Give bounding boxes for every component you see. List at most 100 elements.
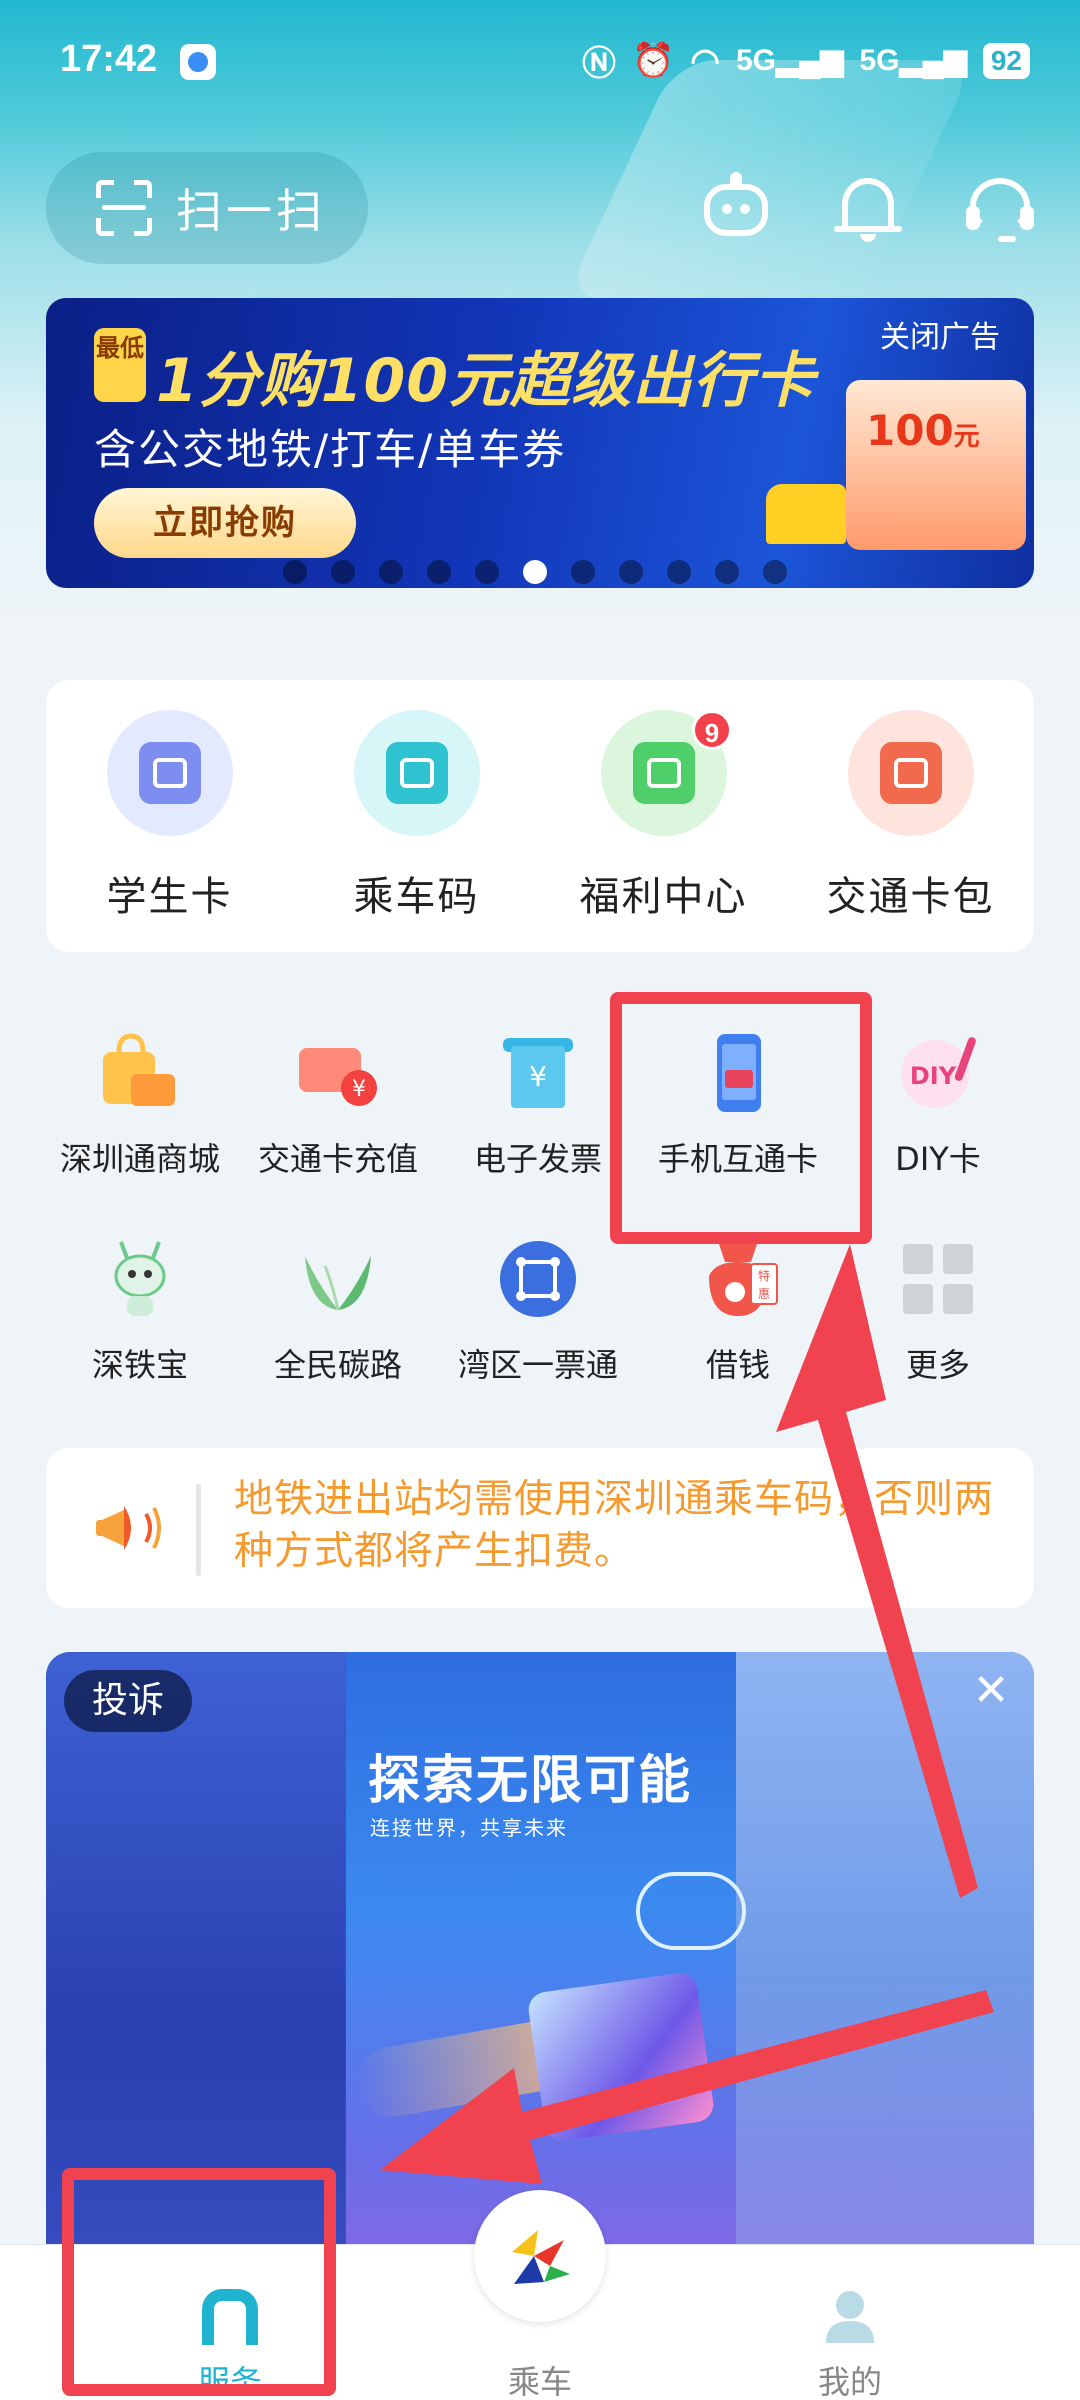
- notice-bar[interactable]: 地铁进出站均需使用深圳通乘车码，否则两种方式都将产生扣费。: [46, 1448, 1034, 1608]
- banner-dot: [667, 560, 691, 584]
- banner-subtitle: 含公交地铁/打车/单车券: [94, 425, 567, 474]
- bay-area-ticket-icon: [500, 1241, 576, 1317]
- battery-indicator: 92: [982, 42, 1030, 79]
- ride-code-icon: [353, 710, 480, 836]
- service-label: 深圳通商城: [59, 1140, 220, 1178]
- diy-card-icon: DIY: [901, 1037, 976, 1108]
- scan-label: 扫一扫: [176, 184, 326, 238]
- scan-button[interactable]: 扫一扫: [46, 152, 368, 264]
- shopping-bag-icon: [103, 1033, 175, 1106]
- card-recharge-icon: ¥: [299, 1048, 377, 1106]
- svg-text:特: 特: [758, 1268, 770, 1283]
- service-item[interactable]: 深圳通商城: [40, 1030, 240, 1180]
- banner-dot: [523, 560, 547, 584]
- card-illustration: 100元: [846, 380, 1026, 550]
- nfc-icon: Ⓝ: [581, 45, 616, 83]
- mascot-icon: [114, 1241, 166, 1316]
- banner-dot: [475, 560, 499, 584]
- service-label: 借钱: [705, 1346, 770, 1384]
- service-label: 湾区一票通: [457, 1346, 618, 1384]
- svg-text:惠: 惠: [758, 1287, 770, 1301]
- app-notification-icon: [180, 44, 216, 80]
- complaint-button[interactable]: 投诉: [64, 1670, 193, 1732]
- notice-text: 地铁进出站均需使用深圳通乘车码，否则两种方式都将产生扣费。: [234, 1477, 995, 1574]
- banner-dot: [715, 560, 739, 584]
- banner-dot: [619, 560, 643, 584]
- service-item[interactable]: 特惠借钱: [638, 1236, 838, 1386]
- highlight-box-service-tab: [62, 2168, 336, 2396]
- quick-service-label: 福利中心: [579, 874, 748, 920]
- quick-service-label: 乘车码: [353, 874, 480, 920]
- headset-icon[interactable]: [964, 172, 1036, 244]
- robot-assistant-icon[interactable]: [700, 172, 772, 244]
- promo-subtitle: 连接世界，共享未来: [370, 1816, 568, 1840]
- banner-tag: 最低: [94, 328, 146, 402]
- status-bar: 17:42 Ⓝ ⏰ ◠ 5G▂▄▆ 5G▂▄▆ 92: [0, 0, 1080, 120]
- banner-dot: [763, 560, 787, 584]
- close-icon[interactable]: ✕: [966, 1666, 1016, 1716]
- service-item[interactable]: ¥ 交通卡充值: [238, 1030, 438, 1180]
- quick-service-item[interactable]: 福利中心 9: [540, 680, 787, 952]
- signal-5g-icon: 5G▂▄▆: [859, 44, 967, 77]
- service-item[interactable]: 深铁宝: [40, 1236, 240, 1386]
- banner-dot: [427, 560, 451, 584]
- tab-profile[interactable]: 我的: [730, 2245, 970, 2400]
- notification-badge: 9: [692, 710, 732, 750]
- ride-center-button[interactable]: [474, 2190, 606, 2322]
- banner-pagination: [46, 560, 1034, 584]
- quick-service-item[interactable]: 交通卡包: [787, 680, 1034, 952]
- banner-title: 1分购100元超级出行卡: [156, 346, 815, 416]
- quick-service-label: 学生卡: [106, 874, 233, 920]
- banner-card-unit: 元: [953, 422, 980, 452]
- service-item[interactable]: 全民碳路: [238, 1236, 438, 1386]
- banner-buy-button[interactable]: 立即抢购: [94, 488, 356, 558]
- cube-illustration: [526, 1970, 716, 2144]
- promo-right-blur: [736, 1652, 1034, 2292]
- svg-text:DIY: DIY: [910, 1062, 957, 1090]
- service-label: 更多: [905, 1346, 970, 1384]
- notice-divider: [196, 1484, 201, 1576]
- quick-service-label: 交通卡包: [826, 874, 995, 920]
- quick-services-card: 学生卡 乘车码 福利中心 9 交通卡包: [46, 680, 1034, 952]
- status-icons: Ⓝ ⏰ ◠ 5G▂▄▆ 5G▂▄▆ 92: [582, 36, 1030, 85]
- student-card-icon: [106, 710, 233, 836]
- signal-5g-icon: 5G▂▄▆: [735, 44, 844, 77]
- promo-title: 探索无限可能: [368, 1751, 693, 1811]
- status-time: 17:42: [60, 38, 158, 80]
- close-ad-button[interactable]: 关闭广告: [880, 312, 1000, 356]
- more-grid-icon: [903, 1244, 973, 1314]
- service-item[interactable]: 更多: [838, 1236, 1038, 1386]
- highlight-box-phone-card: [610, 992, 872, 1244]
- service-item[interactable]: 湾区一票通: [438, 1236, 638, 1386]
- cloud-illustration: [636, 1872, 746, 1950]
- wifi-icon: ◠: [690, 41, 720, 80]
- tab-ride-label: 乘车: [507, 2363, 572, 2400]
- service-label: 交通卡充值: [257, 1140, 418, 1178]
- banner-card-value: 100: [866, 406, 954, 455]
- svg-text:¥: ¥: [529, 1060, 547, 1093]
- bus-illustration: [766, 484, 846, 544]
- service-label: 深铁宝: [91, 1346, 188, 1384]
- service-label: 全民碳路: [273, 1346, 402, 1384]
- banner-dot: [331, 560, 355, 584]
- leaf-icon: [305, 1256, 371, 1311]
- banner-dot: [283, 560, 307, 584]
- service-label: DIY卡: [895, 1140, 981, 1178]
- wallet-icon: [847, 710, 974, 836]
- profile-icon: [826, 2291, 874, 2343]
- svg-text:¥: ¥: [352, 1077, 366, 1102]
- bell-icon[interactable]: [832, 172, 904, 244]
- service-label: 电子发票: [473, 1140, 602, 1178]
- invoice-icon: ¥: [503, 1038, 573, 1108]
- tab-profile-label: 我的: [817, 2363, 882, 2400]
- banner-dot: [571, 560, 595, 584]
- quick-service-item[interactable]: 乘车码: [293, 680, 540, 952]
- shenzhentong-logo-icon: [512, 2230, 570, 2284]
- banner-dot: [379, 560, 403, 584]
- quick-service-item[interactable]: 学生卡: [46, 680, 293, 952]
- loan-icon: 特惠: [709, 1244, 778, 1316]
- service-item[interactable]: ¥ 电子发票: [438, 1030, 638, 1180]
- scan-icon: [96, 180, 152, 236]
- promo-banner[interactable]: 最低 1分购100元超级出行卡 含公交地铁/打车/单车券 立即抢购 100元 关…: [46, 298, 1034, 588]
- megaphone-icon: [96, 1506, 161, 1550]
